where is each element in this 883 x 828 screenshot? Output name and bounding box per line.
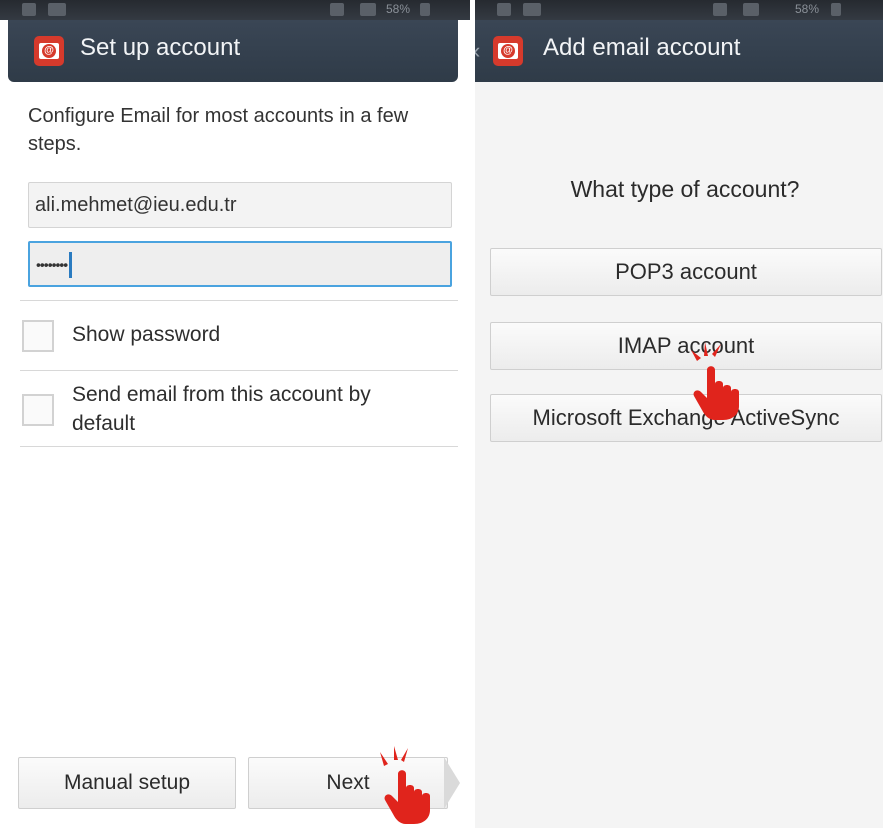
email-field[interactable]: ali.mehmet@ieu.edu.tr <box>28 182 452 228</box>
email-app-icon: @ <box>34 36 64 66</box>
tap-pointer-icon <box>380 746 430 824</box>
send-default-label: Send email from this account by default <box>72 383 371 435</box>
page-title: Set up account <box>80 34 241 61</box>
next-arrow-icon <box>444 757 460 809</box>
back-chevron-icon[interactable]: ‹ <box>475 38 480 64</box>
notification-icon <box>22 3 36 16</box>
gallery-icon <box>523 3 541 16</box>
show-password-checkbox[interactable] <box>22 320 54 352</box>
email-app-icon: @ <box>493 36 523 66</box>
status-bar: 58% <box>0 0 470 20</box>
pop3-account-button[interactable]: POP3 account <box>490 248 882 296</box>
alarm-icon <box>330 3 344 16</box>
battery-level: 58% <box>386 2 411 16</box>
setup-account-screen: 58% @ Set up account Configure Email for… <box>0 0 470 828</box>
divider <box>20 300 458 301</box>
password-field[interactable]: •••••••• <box>28 241 452 287</box>
signal-icon <box>360 3 376 16</box>
setup-instructions: Configure Email for most accounts in a f… <box>28 105 409 155</box>
send-default-checkbox[interactable] <box>22 394 54 426</box>
add-email-account-screen: 58% ‹ @ Add email account What type of a… <box>475 0 883 828</box>
account-type-question: What type of account? <box>570 176 800 202</box>
status-bar: 58% <box>475 0 883 20</box>
show-password-label: Show password <box>72 323 221 346</box>
text-caret <box>69 251 73 278</box>
notification-icon <box>497 3 511 16</box>
send-default-row[interactable]: Send email from this account by default <box>0 378 470 442</box>
signal-icon <box>743 3 759 16</box>
alarm-icon <box>713 3 727 16</box>
battery-level: 58% <box>795 2 820 16</box>
email-value: ali.mehmet@ieu.edu.tr <box>35 194 237 216</box>
gallery-icon <box>48 3 66 16</box>
show-password-row[interactable]: Show password <box>0 312 470 362</box>
tap-pointer-icon <box>691 342 739 420</box>
action-bar: ‹ @ Add email account <box>475 20 883 82</box>
battery-icon <box>420 3 430 16</box>
action-bar: @ Set up account <box>8 20 458 82</box>
divider <box>20 370 458 371</box>
divider <box>20 446 458 447</box>
battery-icon <box>831 3 841 16</box>
password-mask: •••••••• <box>36 256 68 273</box>
manual-setup-button[interactable]: Manual setup <box>18 757 236 809</box>
page-title: Add email account <box>543 34 741 61</box>
